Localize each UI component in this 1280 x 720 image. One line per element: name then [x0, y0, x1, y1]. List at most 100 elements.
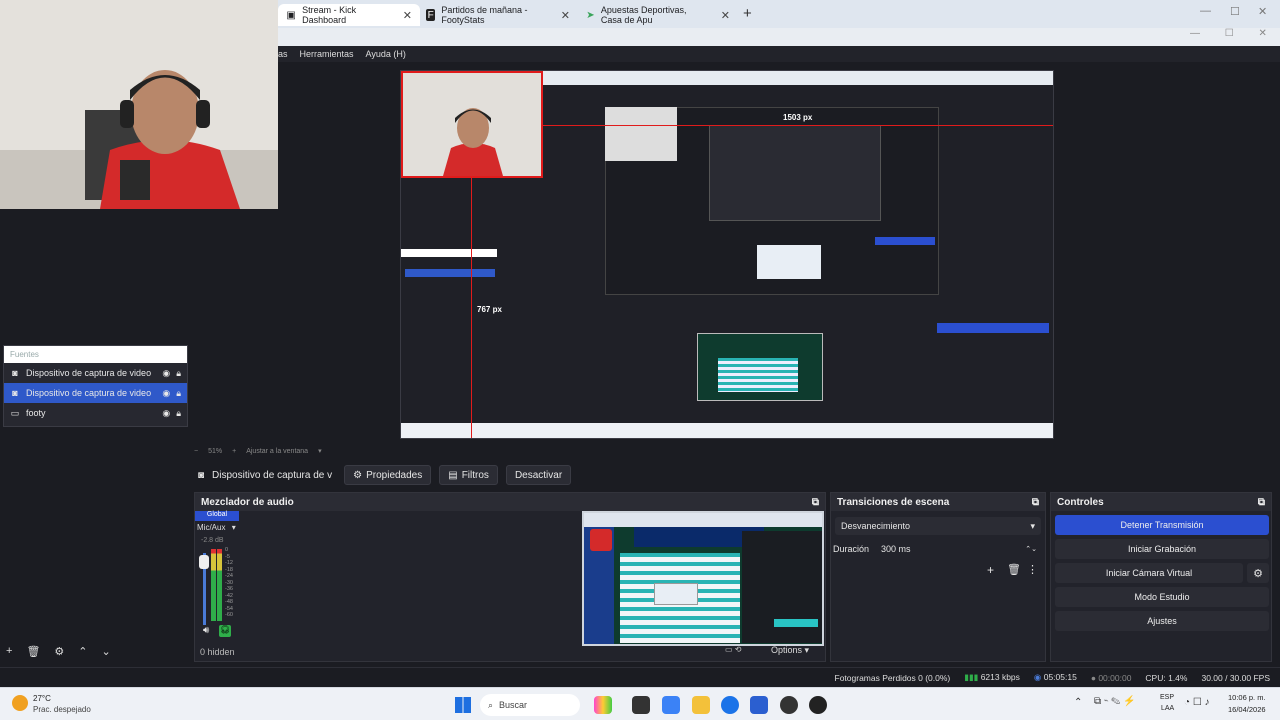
transitions-title: Transiciones de escena [837, 496, 950, 508]
sources-panel: Fuentes ◙ Dispositivo de captura de vide… [3, 345, 188, 427]
stop-streaming-button[interactable]: Detener Transmisión [1055, 515, 1269, 535]
meter-scale: 0 -5 -12 -18 -24 -30 -36 -42 -48 -54 -60 [225, 547, 233, 619]
virtual-camera-settings-button[interactable]: ⚙ [1247, 563, 1269, 583]
undock-icon[interactable]: ⧉ [1032, 497, 1039, 508]
tab-kick-dashboard[interactable]: ▣ Stream - Kick Dashboard ✕ [278, 4, 420, 26]
bitrate-indicator: ▮▮▮ 6213 kbps [964, 672, 1020, 683]
minimize-button[interactable]: — [1200, 5, 1211, 17]
settings-button[interactable]: Ajustes [1055, 611, 1269, 631]
eye-icon[interactable]: ◉ [162, 388, 170, 399]
close-tab-icon[interactable]: ✕ [561, 9, 570, 22]
gear-icon[interactable]: ⚙ [54, 645, 64, 659]
clock-time[interactable]: 10:06 p. m. [1228, 693, 1266, 702]
task-view-icon[interactable] [632, 696, 650, 714]
windows-start-icon[interactable] [455, 697, 471, 713]
preview-canvas[interactable]: 1503 px 767 px [400, 70, 1054, 439]
close-window-button[interactable]: ✕ [1259, 28, 1267, 39]
source-item[interactable]: ▭ footy ◉ 🔒︎ [4, 403, 187, 423]
more-icon[interactable]: ⋮ [1027, 563, 1038, 576]
maximize-button[interactable]: ☐ [1230, 5, 1240, 18]
screen-icon[interactable]: ▭ ⟲ [725, 645, 741, 654]
tab-betting[interactable]: ➤ Apuestas Deportivas, Casa de Apu ✕ [578, 4, 738, 26]
tray-icons[interactable]: ⧉ ⌁ ✎ ⚡ [1094, 696, 1135, 707]
add-icon[interactable]: + [6, 645, 12, 659]
source-item-selected[interactable]: ◙ Dispositivo de captura de video ◉ 🔒︎ [4, 383, 187, 403]
widgets-icon[interactable] [594, 696, 612, 714]
webcam-source-bounds[interactable] [401, 71, 543, 178]
volume-slider-handle[interactable] [199, 555, 209, 569]
stream-icon: ◉ [1033, 672, 1042, 682]
network-volume-icons[interactable]: ◔ ☐ ♪ [1184, 697, 1210, 708]
zoom-out-button[interactable]: − [194, 448, 198, 455]
scale-tick: -48 [225, 599, 233, 605]
studio-mode-button[interactable]: Modo Estudio [1055, 587, 1269, 607]
app-icon[interactable] [662, 696, 680, 714]
minimize-button[interactable]: — [1190, 28, 1200, 39]
options-button[interactable]: Options ▾ [771, 645, 809, 656]
store-icon[interactable] [750, 696, 768, 714]
undock-icon[interactable]: ⧉ [812, 497, 819, 508]
stepper-icon[interactable]: ⌃⌄ [1025, 545, 1037, 553]
source-item[interactable]: ◙ Dispositivo de captura de video ◉ 🔒︎ [4, 363, 187, 383]
maximize-button[interactable]: ☐ [1225, 28, 1234, 39]
add-icon[interactable]: + [987, 563, 994, 577]
input-language-2: LAA [1161, 705, 1175, 712]
tab-title: Apuestas Deportivas, Casa de Apu [600, 5, 687, 25]
chevron-down-icon[interactable]: ⌄ [102, 645, 111, 659]
width-guide [543, 125, 1053, 126]
menu-item-help[interactable]: Ayuda (H) [366, 49, 406, 59]
nested-stop-button [875, 237, 935, 245]
weather-icon[interactable] [12, 695, 28, 711]
obs-taskbar-icon[interactable] [780, 696, 798, 714]
file-explorer-icon[interactable] [692, 696, 710, 714]
controls-dock: Controles ⧉ Detener Transmisión Iniciar … [1050, 492, 1272, 662]
speaker-icon[interactable]: 🔊︎ [203, 625, 209, 636]
trash-icon[interactable]: 🗑︎ [1007, 563, 1021, 576]
menu-item[interactable]: as [278, 49, 288, 59]
headphones-icon[interactable]: 🎧︎ [219, 625, 231, 637]
taskbar-search[interactable]: ⌕ Buscar [480, 694, 580, 716]
window-thumbnail[interactable] [582, 511, 824, 646]
tab-footystats[interactable]: F Partidos de mañana - FootyStats ✕ [418, 4, 578, 26]
duration-input[interactable]: 300 ms ⌃⌄ [877, 541, 1041, 557]
close-tab-icon[interactable]: ✕ [721, 9, 730, 22]
menu-item-tools[interactable]: Herramientas [300, 49, 354, 59]
webcam-feed [0, 0, 278, 209]
eye-icon[interactable]: ◉ [162, 408, 170, 419]
scene-transitions-dock: Transiciones de escena ⧉ Desvanecimiento… [830, 492, 1046, 662]
chevron-down-icon[interactable]: ▾ [232, 523, 236, 532]
tab-title: Stream - Kick Dashboard [302, 5, 357, 25]
gear-icon: ⚙ [353, 469, 363, 481]
chevron-down-icon[interactable]: ▾ [318, 447, 322, 455]
transition-select[interactable]: Desvanecimiento ▾ [835, 517, 1041, 535]
close-tab-icon[interactable]: ✕ [403, 9, 412, 22]
zoom-in-button[interactable]: + [232, 448, 236, 455]
undock-icon[interactable]: ⧉ [1258, 497, 1265, 508]
duration-value: 300 ms [881, 544, 911, 554]
scale-tick: -24 [225, 573, 233, 579]
deactivate-button[interactable]: Desactivar [505, 465, 572, 485]
chevron-up-icon[interactable]: ⌃ [78, 645, 87, 659]
fit-to-window-select[interactable]: Ajustar a la ventana [246, 448, 308, 455]
chrome-icon[interactable] [721, 696, 739, 714]
trash-icon[interactable]: 🗑︎ [26, 645, 40, 659]
global-tab[interactable]: Global [195, 511, 239, 521]
close-window-button[interactable]: ✕ [1258, 5, 1267, 18]
start-recording-button[interactable]: Iniciar Grabación [1055, 539, 1269, 559]
new-tab-button[interactable]: + [743, 5, 752, 22]
scale-tick: -60 [225, 612, 233, 618]
start-virtual-camera-button[interactable]: Iniciar Cámara Virtual [1055, 563, 1243, 583]
channel-name: Mic/Aux ▾ [197, 523, 236, 532]
eye-icon[interactable]: ◉ [162, 368, 170, 379]
lock-icon[interactable]: 🔒︎ [176, 368, 181, 379]
lock-icon[interactable]: 🔒︎ [176, 388, 181, 399]
fps: 30.00 / 30.00 FPS [1201, 672, 1270, 683]
media-player-icon[interactable] [809, 696, 827, 714]
filters-button[interactable]: ▤ Filtros [439, 465, 498, 485]
weather-desc: Prac. despejado [33, 705, 91, 714]
lock-icon[interactable]: 🔒︎ [176, 408, 181, 419]
zoom-value: 51% [208, 447, 223, 455]
properties-button[interactable]: ⚙ Propiedades [344, 465, 432, 485]
input-language[interactable]: ESP [1160, 694, 1174, 701]
tray-chevron-icon[interactable]: ⌃ [1074, 697, 1082, 708]
